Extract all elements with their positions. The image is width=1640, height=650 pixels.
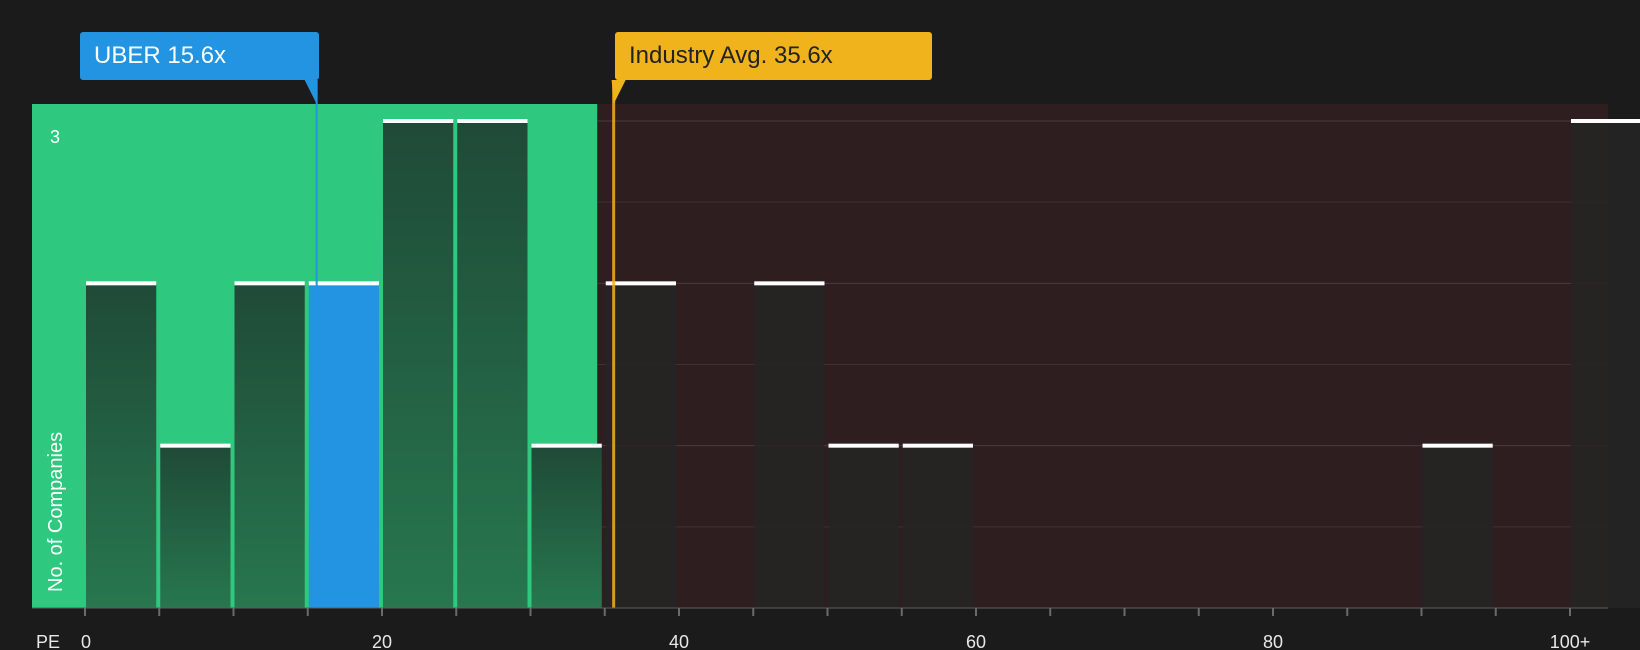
bar-cap <box>1422 443 1493 448</box>
x-axis-label: PE <box>36 632 60 650</box>
bar-cap <box>234 281 305 286</box>
bar-cap <box>754 281 825 286</box>
company-pe-label: UBER 15.6x <box>94 42 227 69</box>
histogram-bar <box>383 121 454 608</box>
histogram-bar <box>234 283 305 608</box>
x-tick-label: 100+ <box>1550 632 1591 650</box>
x-tick-label: 40 <box>669 632 689 650</box>
x-tick-label: 20 <box>372 632 392 650</box>
bar-cap <box>457 119 528 123</box>
histogram-bar <box>902 445 973 608</box>
company-marker-pointer <box>304 80 317 104</box>
histogram-bar <box>828 445 899 608</box>
bar-cap <box>86 281 157 286</box>
histogram-bar <box>531 445 602 608</box>
histogram-bar <box>160 445 231 608</box>
company-pe-callout: UBER 15.6x <box>80 32 319 80</box>
industry-avg-callout: Industry Avg. 35.6x <box>615 32 932 80</box>
bar-cap <box>828 443 899 448</box>
bar-cap <box>531 443 602 448</box>
bar-cap <box>605 281 676 286</box>
histogram-bar <box>457 121 528 608</box>
histogram-bar <box>605 283 676 608</box>
pe-histogram-chart: 0 20 40 60 80 100+ PE 3 No. of Companies <box>32 80 1640 650</box>
x-tick-label: 60 <box>966 632 986 650</box>
histogram-bar <box>754 283 825 608</box>
industry-avg-label: Industry Avg. 35.6x <box>629 42 833 69</box>
bar-cap <box>160 443 231 448</box>
bar-cap <box>308 281 379 286</box>
histogram-bar <box>86 283 157 608</box>
bar-cap <box>383 119 454 123</box>
company-bar <box>308 283 379 608</box>
industry-marker-pointer <box>611 80 626 104</box>
x-tick-label: 0 <box>81 632 91 650</box>
y-tick-label: 3 <box>50 127 60 147</box>
bar-cap <box>902 443 973 448</box>
y-axis-label: No. of Companies <box>45 432 67 592</box>
x-tick-label: 80 <box>1263 632 1283 650</box>
bar-cap <box>1571 119 1640 123</box>
histogram-bar <box>1422 445 1493 608</box>
histogram-bar <box>1571 121 1640 608</box>
